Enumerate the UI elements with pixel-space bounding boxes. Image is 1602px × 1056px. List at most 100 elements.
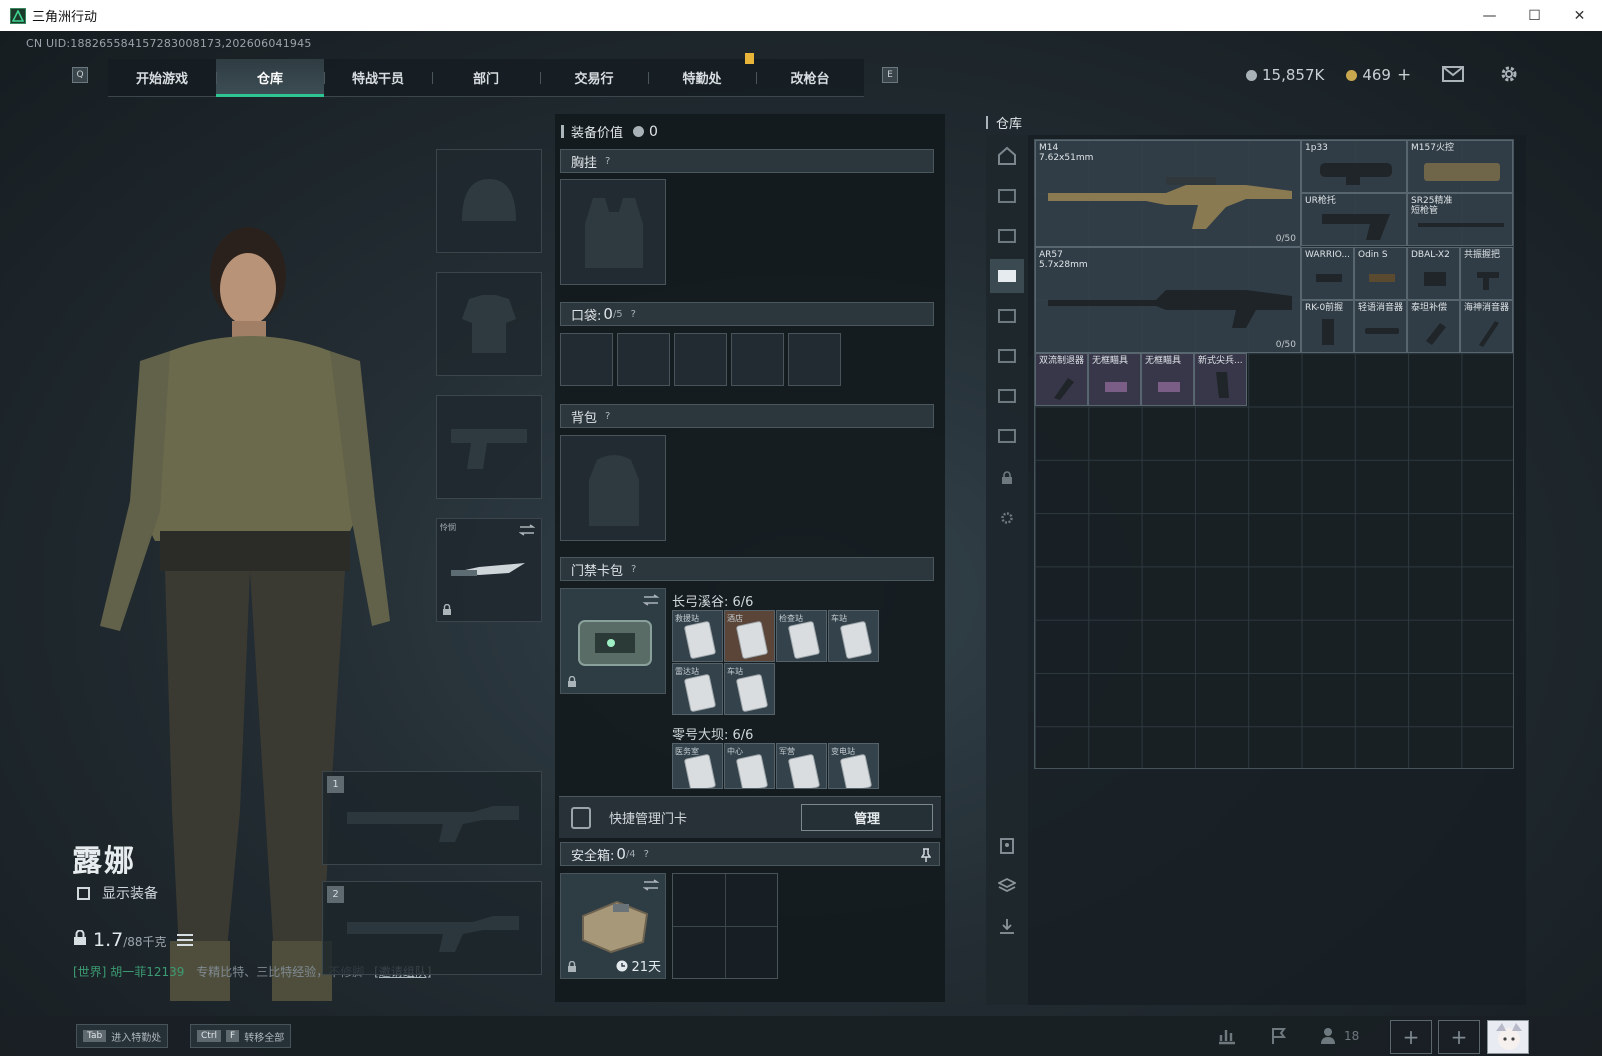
keycard-tile[interactable]: 车站 bbox=[828, 610, 879, 662]
swap-icon[interactable] bbox=[519, 524, 535, 536]
storage-item-frameless-sight[interactable]: 无框瞄具 bbox=[1141, 353, 1194, 406]
backpack-slot[interactable] bbox=[560, 435, 666, 541]
storage-tab-5-icon[interactable] bbox=[990, 339, 1024, 373]
storage-item-frameless-sight[interactable]: 无框瞄具 bbox=[1088, 353, 1141, 406]
swap-icon[interactable] bbox=[643, 879, 659, 891]
keycard-case-slot[interactable] bbox=[560, 588, 666, 694]
keycard-tile[interactable]: 医务室 bbox=[672, 743, 723, 789]
stats-chart-icon[interactable] bbox=[1214, 1024, 1240, 1048]
tab-special-ops[interactable]: 特勤处 bbox=[648, 59, 756, 96]
chat-sender[interactable]: 胡一菲12139 bbox=[110, 965, 184, 979]
maximize-button[interactable]: ☐ bbox=[1512, 0, 1557, 31]
storage-item-m14[interactable]: M14 7.62x51mm 0/50 bbox=[1035, 140, 1301, 247]
safe-box-lock-icon bbox=[568, 961, 576, 972]
storage-tab-2-icon[interactable] bbox=[990, 219, 1024, 253]
storage-tab-all-icon[interactable] bbox=[990, 139, 1024, 173]
storage-item-warrior[interactable]: WARRIO... bbox=[1301, 247, 1354, 300]
pocket-slot-2[interactable] bbox=[617, 333, 670, 386]
keycard-tile[interactable]: 军营 bbox=[776, 743, 827, 789]
tab-trade[interactable]: 交易行 bbox=[540, 59, 648, 96]
keycard-tile[interactable]: 变电站 bbox=[828, 743, 879, 789]
help-icon[interactable]: ? bbox=[605, 156, 610, 167]
swap-icon[interactable] bbox=[643, 594, 659, 606]
safe-box-grid[interactable] bbox=[672, 873, 778, 979]
melee-slot[interactable]: 怜悯 bbox=[436, 518, 542, 622]
backpack-icon bbox=[589, 455, 639, 526]
pocket-slot-5[interactable] bbox=[788, 333, 841, 386]
body-armor-slot[interactable] bbox=[436, 272, 542, 376]
help-icon[interactable]: ? bbox=[631, 309, 636, 320]
friends-button[interactable]: 18 bbox=[1320, 1024, 1370, 1048]
storage-item-poseidon-suppressor[interactable]: 海神消音器 bbox=[1460, 300, 1513, 353]
close-button[interactable]: ✕ bbox=[1557, 0, 1602, 31]
add-gold-button[interactable]: + bbox=[1397, 65, 1411, 85]
help-icon[interactable]: ? bbox=[605, 411, 610, 422]
keycard-tile[interactable]: 车站 bbox=[724, 663, 775, 715]
keycard-label: 酒店 bbox=[727, 614, 743, 623]
game-viewport: CN UID:1882655841572830081​73,2026060419… bbox=[0, 31, 1602, 1056]
storage-item-1p33[interactable]: 1p33 bbox=[1301, 140, 1407, 193]
list-icon[interactable] bbox=[176, 934, 193, 946]
next-tab-key-hint[interactable]: E bbox=[882, 67, 898, 83]
keycard-tile[interactable]: 检查站 bbox=[776, 610, 827, 662]
tab-operators[interactable]: 特战干员 bbox=[324, 59, 432, 96]
storage-tab-7-icon[interactable] bbox=[990, 419, 1024, 453]
storage-tab-1-icon[interactable] bbox=[990, 179, 1024, 213]
show-equipment-checkbox[interactable] bbox=[77, 886, 90, 900]
storage-item-resonance-grip[interactable]: 共振握把 bbox=[1460, 247, 1513, 300]
storage-settings-icon[interactable] bbox=[990, 501, 1024, 535]
tab-department[interactable]: 部门 bbox=[432, 59, 540, 96]
tab-warehouse[interactable]: 仓库 bbox=[216, 59, 324, 97]
storage-tab-3-icon[interactable] bbox=[990, 259, 1024, 293]
storage-item-odin-s[interactable]: Odin S bbox=[1354, 247, 1407, 300]
storage-item-ur-stock[interactable]: UR枪托 bbox=[1301, 193, 1407, 246]
tab-start-game[interactable]: 开始游戏 bbox=[108, 59, 216, 96]
storage-tab-4-icon[interactable] bbox=[990, 299, 1024, 333]
storage-item-titan-compensator[interactable]: 泰坦补偿 bbox=[1407, 300, 1460, 353]
flag-icon[interactable] bbox=[1266, 1024, 1292, 1048]
mail-icon[interactable] bbox=[1442, 65, 1464, 83]
pistol-slot[interactable] bbox=[436, 395, 542, 499]
pocket-slot-3[interactable] bbox=[674, 333, 727, 386]
settings-gear-icon[interactable] bbox=[1498, 65, 1520, 83]
enter-special-ops-shortcut[interactable]: Tab 进入特勤处 bbox=[76, 1024, 169, 1048]
help-icon[interactable]: ? bbox=[644, 849, 649, 860]
helmet-slot[interactable] bbox=[436, 149, 542, 253]
chest-rig-slot[interactable] bbox=[560, 179, 666, 285]
storage-expand-icon[interactable] bbox=[990, 829, 1024, 863]
storage-lock-icon[interactable] bbox=[990, 461, 1024, 495]
add-teammate-slot-1[interactable]: + bbox=[1390, 1020, 1432, 1054]
storage-item-new-scout[interactable]: 新式尖兵... bbox=[1194, 353, 1247, 406]
tab-gunsmith[interactable]: 改枪台 bbox=[756, 59, 864, 96]
storage-tab-6-icon[interactable] bbox=[990, 379, 1024, 413]
storage-item-whisper-suppressor[interactable]: 轻语消音器 bbox=[1354, 300, 1407, 353]
storage-item-dbal-x2[interactable]: DBAL-X2 bbox=[1407, 247, 1460, 300]
safe-box-slot[interactable]: 21天 bbox=[560, 873, 666, 979]
storage-sort-icon[interactable] bbox=[990, 909, 1024, 943]
keycard-tile[interactable]: 酒店 bbox=[724, 610, 775, 662]
pin-icon[interactable] bbox=[921, 848, 931, 862]
manage-keycards-button[interactable]: 管理 bbox=[801, 804, 933, 831]
pocket-label: 口袋: bbox=[571, 308, 602, 324]
help-icon[interactable]: ? bbox=[631, 564, 636, 575]
primary-weapon-slot-1[interactable]: 1 bbox=[322, 771, 542, 865]
storage-item-sr25-barrel[interactable]: SR25精准 短枪管 bbox=[1407, 193, 1513, 246]
transfer-all-shortcut[interactable]: Ctrl F 转移全部 bbox=[190, 1024, 292, 1048]
player-avatar[interactable] bbox=[1487, 1020, 1529, 1054]
keycard-tile[interactable]: 雷达站 bbox=[672, 663, 723, 715]
storage-item-ar57[interactable]: AR57 5.7x28mm 0/50 bbox=[1035, 247, 1301, 353]
minimize-button[interactable]: — bbox=[1467, 0, 1512, 31]
main-nav: 开始游戏 仓库 特战干员 部门 交易行 特勤处 改枪台 bbox=[108, 59, 864, 97]
keycard-tile[interactable]: 中心 bbox=[724, 743, 775, 789]
pocket-slot-1[interactable] bbox=[560, 333, 613, 386]
show-equipment-toggle[interactable]: 显示装备 bbox=[77, 883, 158, 903]
storage-item-rk0-foregrip[interactable]: RK-0前握 bbox=[1301, 300, 1354, 353]
pocket-slot-4[interactable] bbox=[731, 333, 784, 386]
primary-weapon-slot-2[interactable]: 2 bbox=[322, 881, 542, 975]
add-teammate-slot-2[interactable]: + bbox=[1438, 1020, 1480, 1054]
keycard-tile[interactable]: 救援站 bbox=[672, 610, 723, 662]
storage-item-m157[interactable]: M157火控 bbox=[1407, 140, 1513, 193]
storage-item-dual-muzzle-brake[interactable]: 双流制退器 bbox=[1035, 353, 1088, 406]
prev-tab-key-hint[interactable]: Q bbox=[72, 67, 88, 83]
storage-layers-icon[interactable] bbox=[990, 869, 1024, 903]
